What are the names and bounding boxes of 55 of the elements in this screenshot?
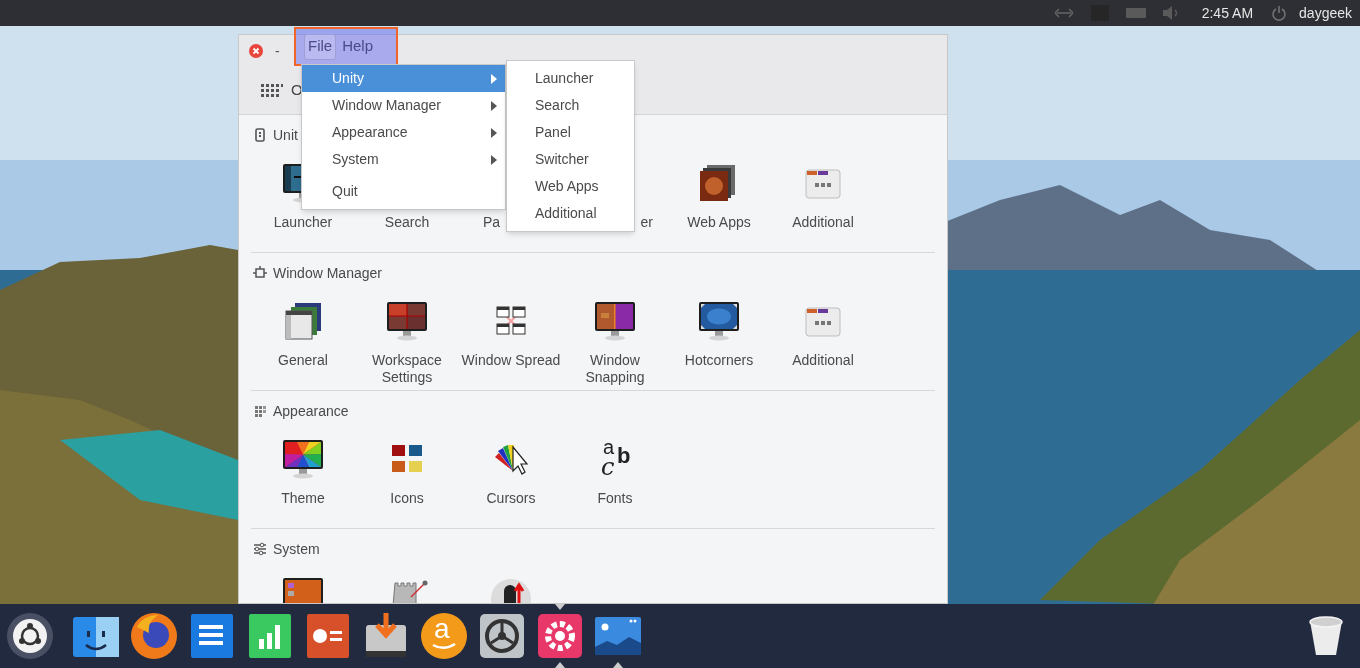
section-title: System <box>273 539 320 559</box>
menu-item[interactable]: Additional <box>507 200 634 227</box>
item-label[interactable]: Window Snapping <box>565 352 665 386</box>
menu-item[interactable]: System <box>302 146 505 173</box>
monitor-icon <box>593 299 637 343</box>
user-name[interactable]: daygeek <box>1299 2 1352 24</box>
monitor-icon <box>281 437 325 481</box>
section-title: Appearance <box>273 401 349 421</box>
menu-item[interactable]: Help <box>338 33 378 60</box>
section-icon <box>253 266 267 280</box>
settings-icon <box>535 611 585 661</box>
item-label[interactable]: Additional <box>773 214 873 231</box>
item-label[interactable]: Pa <box>483 214 501 231</box>
item-label[interactable]: Search <box>357 214 457 231</box>
menu-item[interactable]: Appearance <box>302 119 505 146</box>
section-title: Window Manager <box>273 263 382 283</box>
item-label[interactable]: Hotcorners <box>669 352 769 369</box>
item-label[interactable]: Fonts <box>565 490 665 507</box>
item-label[interactable]: Theme <box>253 490 353 507</box>
item-label[interactable]: Window Spread <box>461 352 561 369</box>
menu-item[interactable]: Window Manager <box>302 92 505 119</box>
close-icon <box>249 44 263 58</box>
item-label[interactable]: Launcher <box>253 214 353 231</box>
item-label[interactable]: Cursors <box>461 490 561 507</box>
menu-item[interactable]: Switcher <box>507 146 634 173</box>
item-label[interactable]: General <box>253 352 353 369</box>
monitor-icon <box>385 299 429 343</box>
menu-item[interactable]: Web Apps <box>507 173 634 200</box>
clock[interactable]: 2:45 AM <box>1201 2 1254 24</box>
section-title: Unit <box>273 125 298 145</box>
monitor-icon <box>697 299 741 343</box>
gear-icon <box>477 611 527 661</box>
menu-item[interactable]: Search <box>507 92 634 119</box>
item-label[interactable]: er <box>640 214 653 231</box>
menu-item[interactable]: Launcher <box>507 65 634 92</box>
ubuntu-icon <box>5 611 55 661</box>
dock-item[interactable] <box>477 611 527 661</box>
grid-icon <box>261 83 283 98</box>
section-icon <box>253 542 267 556</box>
item-label[interactable]: Workspace Settings <box>357 352 457 386</box>
menu-item[interactable]: Quit <box>302 178 505 205</box>
menu-item[interactable]: File <box>304 33 337 60</box>
menu-item[interactable]: Panel <box>507 119 634 146</box>
item-label[interactable]: Additional <box>773 352 873 369</box>
power-icon <box>1271 5 1288 21</box>
item-label[interactable]: Web Apps <box>669 214 769 231</box>
item-label[interactable]: Icons <box>357 490 457 507</box>
dock-item[interactable] <box>5 611 55 661</box>
globe-fox-icon <box>129 611 179 661</box>
smile-circle-icon <box>419 611 469 661</box>
section-icon <box>253 404 267 418</box>
battery-icon <box>1123 5 1148 21</box>
minimize-button[interactable]: - <box>273 40 282 62</box>
section-icon <box>253 128 267 142</box>
dock-item[interactable] <box>129 611 179 661</box>
